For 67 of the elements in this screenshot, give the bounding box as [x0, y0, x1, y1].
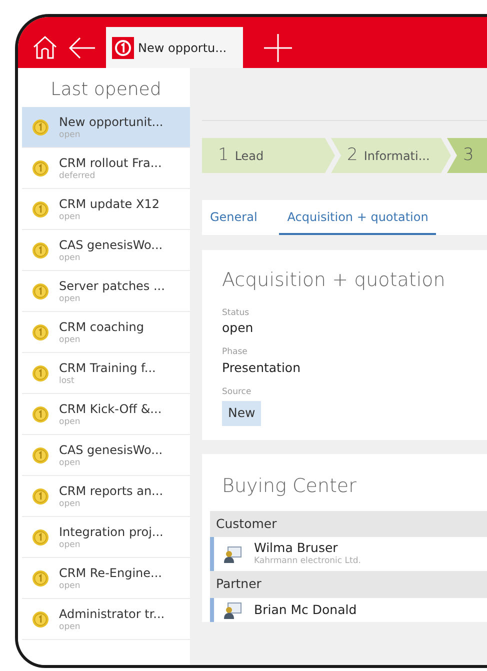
item-title: CRM coaching [59, 320, 144, 336]
field-label: Phase [222, 346, 248, 359]
item-status: open [59, 540, 82, 550]
item-title: CAS genesisWo... [59, 442, 163, 458]
tab-title: New opportu... [138, 40, 227, 56]
sidebar-title: Last opened [50, 78, 162, 102]
contact-name: Brian Mc Donald [254, 602, 357, 618]
coin-icon [32, 365, 49, 382]
item-title: CRM update X12 [59, 196, 160, 212]
coin-icon [32, 324, 49, 341]
item-title: Integration proj... [59, 524, 164, 540]
item-status: open [59, 417, 82, 428]
item-status: open [59, 212, 82, 222]
item-status: open [59, 294, 82, 304]
add-tab-button[interactable] [263, 33, 293, 63]
coin-icon [32, 283, 49, 300]
coin-icon [32, 529, 49, 546]
group-header: Customer [210, 510, 487, 538]
sidebar-item[interactable]: New opportunit... open [22, 107, 190, 148]
item-title: CRM Re-Engine... [59, 566, 162, 582]
item-title: New opportunit... [59, 114, 164, 130]
back-button[interactable] [68, 35, 96, 60]
coin-icon [32, 611, 49, 628]
item-title: Administrator tr... [59, 606, 165, 622]
group-header: Partner [210, 571, 487, 598]
field-label: Source [222, 386, 252, 398]
item-title: Server patches ... [59, 278, 165, 294]
coin-icon [32, 119, 49, 136]
item-status: open [59, 581, 82, 592]
item-status: open [59, 458, 82, 468]
process-step[interactable]: 1 Lead [202, 138, 335, 173]
process-step[interactable]: 2 Informati... [331, 138, 451, 173]
item-title: CRM Training f... [59, 360, 156, 376]
coin-icon [32, 160, 49, 177]
coin-icon [32, 488, 49, 505]
home-button[interactable] [32, 34, 58, 60]
coin-icon [32, 201, 49, 218]
item-status: open [59, 622, 82, 632]
section-tab[interactable]: General [202, 208, 266, 235]
item-title: CRM rollout Fra... [59, 156, 162, 172]
contact-name: Wilma Bruser [254, 540, 339, 556]
item-status: deferred [59, 171, 96, 182]
coin-icon [32, 447, 49, 464]
section-title: Acquisition + quotation [222, 268, 446, 293]
coin-icon [32, 406, 49, 423]
item-status: lost [59, 376, 76, 386]
field-label: Status [222, 306, 250, 320]
item-status: open [59, 499, 82, 510]
field-value: Presentation [222, 358, 302, 377]
item-status: open [59, 335, 82, 346]
section-tab[interactable]: Acquisition + quotation [279, 208, 436, 235]
source-tag: New [222, 401, 262, 426]
opportunity-icon [112, 36, 134, 58]
coin-icon [32, 570, 49, 587]
item-title: CRM Kick-Off &... [59, 402, 162, 418]
item-status: open [59, 130, 82, 140]
section-title: Buying Center [221, 474, 358, 499]
item-title: CRM reports an... [59, 484, 164, 500]
contact-company: Kahrmann electronic Ltd. [254, 555, 361, 568]
item-status: open [59, 253, 82, 264]
contact-card-icon [222, 545, 242, 564]
coin-icon [32, 242, 49, 259]
contact-card-icon [222, 600, 242, 619]
record-tab[interactable]: New opportu... [106, 27, 243, 68]
process-step[interactable]: 3 [447, 138, 487, 173]
item-title: CAS genesisWo... [59, 238, 163, 254]
field-value: open [222, 319, 254, 338]
